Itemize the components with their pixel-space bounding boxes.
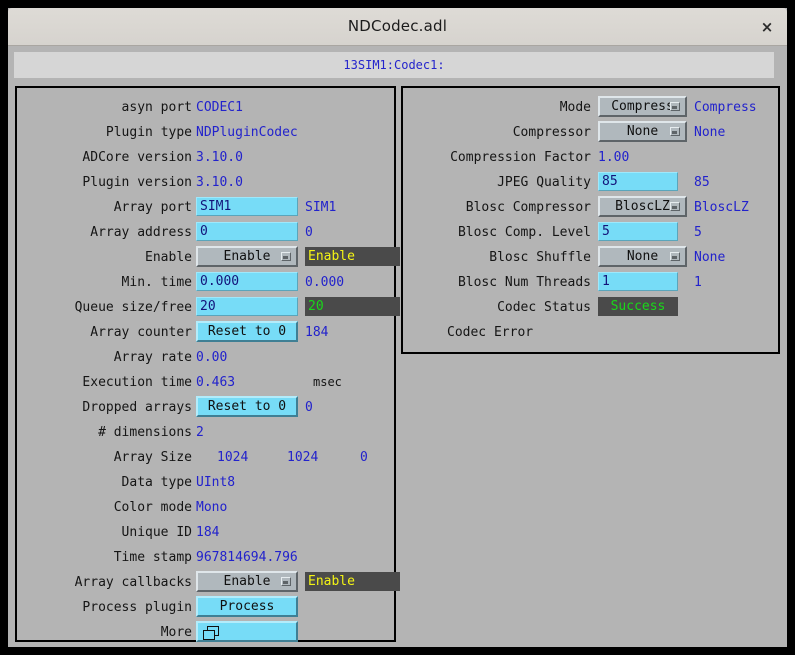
label-jpeg-quality: JPEG Quality <box>497 175 591 190</box>
label-blosc-compressor: Blosc Compressor <box>465 200 591 215</box>
monitor-codec-status: Success <box>598 297 678 316</box>
value-blosc-num-threads: 1 <box>694 275 702 290</box>
value-array-counter: 184 <box>305 325 329 340</box>
menu-blosc-shuffle[interactable]: None <box>598 246 687 267</box>
label-array-size: Array Size <box>113 450 192 465</box>
input-blosc-num-threads[interactable]: 1 <box>598 272 678 291</box>
monitor-enable: Enable <box>305 247 400 266</box>
value-dropped-arrays: 0 <box>305 400 313 415</box>
pv-prefix-label: 13SIM1:Codec1: <box>14 52 774 78</box>
menu-enable[interactable]: Enable <box>196 246 298 267</box>
label-blosc-num-threads: Blosc Num Threads <box>457 275 591 290</box>
menu-array-callbacks[interactable]: Enable <box>196 571 298 592</box>
label-adcore-version: ADCore version <box>82 150 192 165</box>
input-queue-size-free[interactable]: 20 <box>196 297 298 316</box>
label-color-mode: Color mode <box>113 500 192 515</box>
label-array-address: Array address <box>90 225 192 240</box>
button-process-plugin[interactable]: Process <box>196 596 298 617</box>
units-execution-time: msec <box>313 375 342 389</box>
value-color-mode: Mono <box>196 500 228 515</box>
label-dropped-arrays: Dropped arrays <box>82 400 192 415</box>
value-blosc-shuffle: None <box>694 250 726 265</box>
window-title: NDCodec.adl <box>347 17 448 35</box>
label-compressor: Compressor <box>512 125 591 140</box>
value-unique-id: 184 <box>196 525 220 540</box>
button-more[interactable] <box>196 621 298 642</box>
label-queue-size-free: Queue size/free <box>74 300 192 315</box>
label-execution-time: Execution time <box>82 375 192 390</box>
label-process-plugin: Process plugin <box>82 600 192 615</box>
value-plugin-type: NDPluginCodec <box>196 125 298 140</box>
label-asyn-port: asyn port <box>121 100 192 115</box>
application-window: NDCodec.adl × 13SIM1:Codec1: asyn port CO… <box>8 8 787 647</box>
value-jpeg-quality: 85 <box>694 175 710 190</box>
value-array-rate: 0.00 <box>196 350 228 365</box>
button-array-counter[interactable]: Reset to 0 <box>196 321 298 342</box>
chevron-down-icon <box>281 577 291 586</box>
button-dropped-arrays-label: Reset to 0 <box>207 399 287 414</box>
chevron-down-icon <box>281 252 291 261</box>
value-min-time: 0.000 <box>305 275 345 290</box>
label-array-rate: Array rate <box>113 350 192 365</box>
cascade-windows-icon <box>203 626 219 640</box>
label-compression-factor: Compression Factor <box>450 150 591 165</box>
value-array-size-3: 0 <box>360 450 368 465</box>
value-array-size-2: 1024 <box>287 450 319 465</box>
macro-strip: 13SIM1:Codec1: <box>8 46 787 82</box>
value-blosc-comp-level: 5 <box>694 225 702 240</box>
button-array-counter-label: Reset to 0 <box>207 324 287 339</box>
label-unique-id: Unique ID <box>121 525 192 540</box>
label-blosc-comp-level: Blosc Comp. Level <box>457 225 591 240</box>
chevron-down-icon <box>670 202 680 211</box>
button-process-plugin-label: Process <box>219 599 275 614</box>
label-mode: Mode <box>559 100 591 115</box>
menu-compressor[interactable]: None <box>598 121 687 142</box>
label-min-time: Min. time <box>121 275 192 290</box>
plugin-info-panel: asyn port CODEC1 Plugin type NDPluginCodec A… <box>15 86 400 642</box>
label-enable: Enable <box>145 250 192 265</box>
label-blosc-shuffle: Blosc Shuffle <box>489 250 591 265</box>
value-mode: Compress <box>694 100 757 115</box>
value-adcore-version: 3.10.0 <box>196 150 243 165</box>
value-blosc-compressor: BloscLZ <box>694 200 749 215</box>
label-time-stamp: Time stamp <box>113 550 192 565</box>
value-plugin-version: 3.10.0 <box>196 175 243 190</box>
chevron-down-icon <box>670 127 680 136</box>
value-asyn-port: CODEC1 <box>196 100 243 115</box>
menu-blosc-compressor[interactable]: BloscLZ <box>598 196 687 217</box>
close-icon[interactable]: × <box>757 17 777 37</box>
chevron-down-icon <box>670 252 680 261</box>
label-codec-status: Codec Status <box>497 300 591 315</box>
value-execution-time: 0.463 <box>196 375 236 390</box>
input-blosc-comp-level[interactable]: 5 <box>598 222 678 241</box>
value-array-address: 0 <box>305 225 313 240</box>
chevron-down-icon <box>670 102 680 111</box>
value-compression-factor: 1.00 <box>598 150 630 165</box>
label-plugin-type: Plugin type <box>105 125 192 140</box>
title-bar: NDCodec.adl × <box>8 8 787 46</box>
label-array-callbacks: Array callbacks <box>74 575 192 590</box>
monitor-queue-size-free: 20 <box>305 297 400 316</box>
label-more: More <box>160 625 192 640</box>
monitor-array-callbacks: Enable <box>305 572 400 591</box>
input-min-time[interactable]: 0.000 <box>196 272 298 291</box>
input-array-port[interactable]: SIM1 <box>196 197 298 216</box>
value-array-port: SIM1 <box>305 200 337 215</box>
value-dimensions: 2 <box>196 425 204 440</box>
label-plugin-version: Plugin version <box>82 175 192 190</box>
value-time-stamp: 967814694.796 <box>196 550 298 565</box>
button-dropped-arrays[interactable]: Reset to 0 <box>196 396 298 417</box>
codec-settings-panel: Mode Compress Compress Compressor None None Co… <box>401 86 780 354</box>
input-array-address[interactable]: 0 <box>196 222 298 241</box>
value-compressor: None <box>694 125 726 140</box>
label-codec-error: Codec Error <box>447 325 534 340</box>
value-data-type: UInt8 <box>196 475 236 490</box>
menu-mode[interactable]: Compress <box>598 96 687 117</box>
input-jpeg-quality[interactable]: 85 <box>598 172 678 191</box>
value-array-size: 1024 <box>217 450 249 465</box>
label-array-counter: Array counter <box>90 325 192 340</box>
label-dimensions: # dimensions <box>98 425 192 440</box>
label-data-type: Data type <box>121 475 192 490</box>
label-array-port: Array port <box>113 200 192 215</box>
